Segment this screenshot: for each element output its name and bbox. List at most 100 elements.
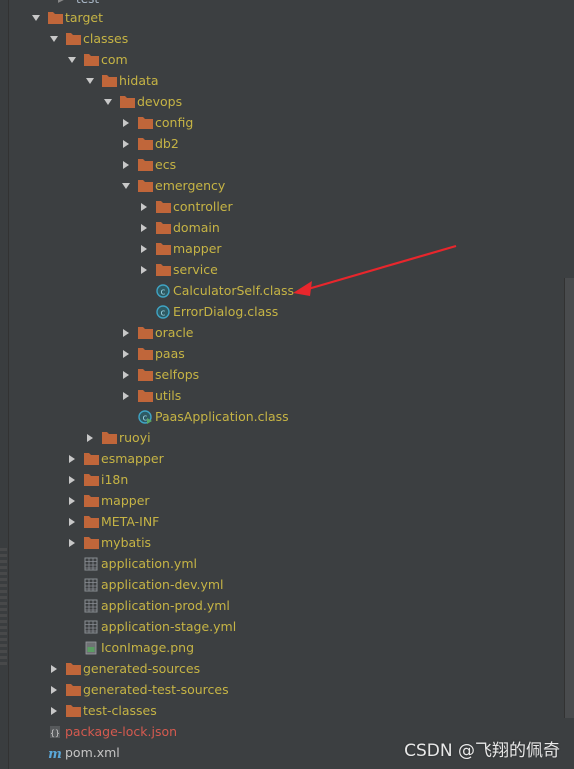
tree-item-label: config xyxy=(155,115,194,130)
tree-row-package-lock-json[interactable]: {} package-lock.json xyxy=(29,721,177,742)
chevron-right-icon[interactable] xyxy=(119,112,133,133)
chevron-right-icon[interactable] xyxy=(47,658,61,679)
chevron-right-icon[interactable] xyxy=(65,532,79,553)
tree-item-label: ErrorDialog.class xyxy=(173,304,279,319)
tree-row-paasapplication-class[interactable]: c PaasApplication.class xyxy=(119,406,289,427)
chevron-right-icon[interactable] xyxy=(65,448,79,469)
tree-row-controller[interactable]: controller xyxy=(137,196,233,217)
tree-row-mapper[interactable]: mapper xyxy=(137,238,222,259)
folder-icon xyxy=(83,514,99,530)
tree-row-oracle[interactable]: oracle xyxy=(119,322,193,343)
tree-row-application-yml[interactable]: application.yml xyxy=(65,553,197,574)
tree-row-application-prod-yml[interactable]: application-prod.yml xyxy=(65,595,230,616)
chevron-right-icon[interactable] xyxy=(65,490,79,511)
tree-item-label: PaasApplication.class xyxy=(155,409,289,424)
chevron-right-icon[interactable] xyxy=(83,427,97,448)
tree-item-label: service xyxy=(173,262,218,277)
yaml-file-icon xyxy=(83,619,99,635)
tree-row-selfops[interactable]: selfops xyxy=(119,364,199,385)
chevron-down-icon[interactable] xyxy=(65,49,79,70)
folder-icon xyxy=(155,241,171,257)
tree-row-classes[interactable]: classes xyxy=(47,28,128,49)
tree-item-label: domain xyxy=(173,220,220,235)
tree-item-label: devops xyxy=(137,94,183,109)
svg-text:{}: {} xyxy=(50,728,60,737)
tree-row-test-classes[interactable]: test-classes xyxy=(47,700,157,721)
chevron-right-icon[interactable] xyxy=(137,217,151,238)
tree-row-devops[interactable]: devops xyxy=(101,91,182,112)
tree-row-iconimage-png[interactable]: IconImage.png xyxy=(65,637,194,658)
tree-row-ecs[interactable]: ecs xyxy=(119,154,176,175)
tree-row-target[interactable]: target xyxy=(29,7,103,28)
chevron-right-icon[interactable] xyxy=(137,259,151,280)
chevron-down-icon[interactable] xyxy=(29,7,43,28)
tree-item-label: paas xyxy=(155,346,185,361)
annotation-arrow-head xyxy=(293,281,312,296)
folder-icon xyxy=(83,493,99,509)
folder-icon xyxy=(65,31,81,47)
tree-row-errordialog-class[interactable]: c ErrorDialog.class xyxy=(137,301,278,322)
tree-row-esmapper[interactable]: esmapper xyxy=(65,448,164,469)
tree-row-calculatorself-class[interactable]: c CalculatorSelf.class xyxy=(137,280,294,301)
chevron-right-icon[interactable] xyxy=(47,679,61,700)
chevron-right-icon[interactable] xyxy=(137,238,151,259)
tree-row-paas[interactable]: paas xyxy=(119,343,185,364)
tree-row-i18n[interactable]: i18n xyxy=(65,469,128,490)
chevron-down-icon[interactable] xyxy=(47,28,61,49)
tree-row-com[interactable]: com xyxy=(65,49,128,70)
vertical-scrollbar[interactable] xyxy=(564,278,574,718)
tree-row-generated-test-sources[interactable]: generated-test-sources xyxy=(47,679,229,700)
folder-icon xyxy=(155,262,171,278)
json-file-icon: {} xyxy=(47,724,63,740)
folder-icon xyxy=(101,430,117,446)
chevron-right-icon[interactable] xyxy=(65,469,79,490)
chevron-right-icon[interactable] xyxy=(119,133,133,154)
vertical-tool-tabs[interactable] xyxy=(0,548,7,668)
java-main-class-icon: c xyxy=(137,409,153,425)
tree-row-meta-inf[interactable]: META-INF xyxy=(65,511,159,532)
folder-icon xyxy=(83,52,99,68)
chevron-right-icon[interactable] xyxy=(65,511,79,532)
tree-row-ruoyi[interactable]: ruoyi xyxy=(83,427,151,448)
chevron-down-icon[interactable] xyxy=(101,91,115,112)
chevron-right-icon[interactable] xyxy=(119,385,133,406)
chevron-right-icon[interactable] xyxy=(119,364,133,385)
watermark: CSDN @飞翔的佩奇 xyxy=(404,741,560,761)
chevron-down-icon[interactable] xyxy=(119,175,133,196)
chevron-right-icon[interactable] xyxy=(119,154,133,175)
tree-row-mapper[interactable]: mapper xyxy=(65,490,150,511)
tree-row-application-stage-yml[interactable]: application-stage.yml xyxy=(65,616,236,637)
tree-item-label: generated-sources xyxy=(83,661,201,676)
chevron-down-icon[interactable] xyxy=(83,70,97,91)
folder-icon xyxy=(83,535,99,551)
tree-row-application-dev-yml[interactable]: application-dev.yml xyxy=(65,574,224,595)
tree-row-service[interactable]: service xyxy=(137,259,218,280)
chevron-right-icon[interactable] xyxy=(137,196,151,217)
tree-item-label: ecs xyxy=(155,157,177,172)
partial-top-row[interactable]: ▸ test xyxy=(58,0,99,6)
tree-row-pom-xml[interactable]: m pom.xml xyxy=(29,742,120,763)
chevron-right-icon[interactable] xyxy=(47,700,61,721)
folder-icon xyxy=(65,661,81,677)
chevron-right-icon[interactable] xyxy=(119,322,133,343)
chevron-right-icon[interactable] xyxy=(119,343,133,364)
tree-row-mybatis[interactable]: mybatis xyxy=(65,532,151,553)
tree-item-label: controller xyxy=(173,199,233,214)
partial-top-label: test xyxy=(76,0,99,6)
tree-item-label: pom.xml xyxy=(65,745,120,760)
yaml-file-icon xyxy=(83,598,99,614)
tree-item-label: application.yml xyxy=(101,556,197,571)
tree-row-emergency[interactable]: emergency xyxy=(119,175,225,196)
tree-row-generated-sources[interactable]: generated-sources xyxy=(47,658,200,679)
tree-row-db2[interactable]: db2 xyxy=(119,133,179,154)
tree-row-utils[interactable]: utils xyxy=(119,385,181,406)
tree-row-domain[interactable]: domain xyxy=(137,217,220,238)
tree-item-label: esmapper xyxy=(101,451,164,466)
tree-row-config[interactable]: config xyxy=(119,112,193,133)
tree-item-label: oracle xyxy=(155,325,194,340)
project-tree-panel: ▸ test target classes com hidata devops config… xyxy=(0,0,574,769)
tree-row-hidata[interactable]: hidata xyxy=(83,70,159,91)
